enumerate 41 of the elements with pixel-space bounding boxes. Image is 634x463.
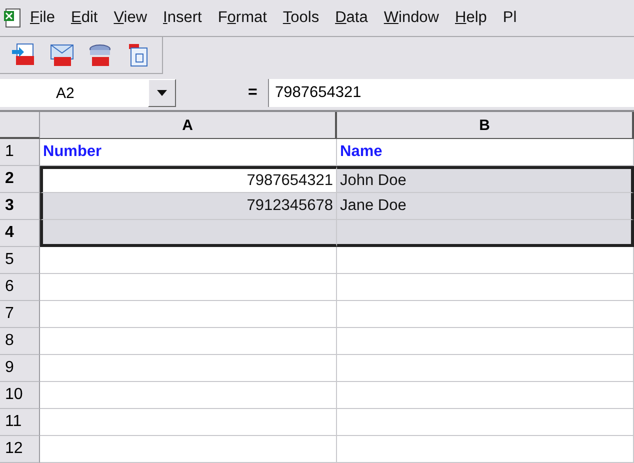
menu-item[interactable]: Window — [376, 8, 447, 27]
row-header[interactable]: 7 — [0, 301, 40, 328]
corner-cell[interactable] — [0, 112, 40, 139]
table-cell[interactable]: 7987654321 — [40, 166, 337, 193]
row-header[interactable]: 5 — [0, 247, 40, 274]
row-header[interactable]: 9 — [0, 355, 40, 382]
formula-input[interactable]: 7987654321 — [268, 79, 634, 108]
spreadsheet-app-icon[interactable] — [4, 8, 22, 28]
menu-item[interactable]: Insert — [155, 8, 210, 27]
row-header[interactable]: 10 — [0, 382, 40, 409]
row-header[interactable]: 4 — [0, 220, 40, 247]
menu-item[interactable]: Data — [327, 8, 376, 27]
table-cell[interactable]: 7912345678 — [40, 193, 337, 220]
name-box[interactable]: A2 — [0, 79, 148, 108]
equals-sign: = — [248, 84, 258, 102]
column-header[interactable]: B — [337, 112, 634, 140]
dropdown-button[interactable] — [148, 79, 176, 108]
row-header[interactable]: 12 — [0, 436, 40, 463]
menu-item[interactable]: View — [106, 8, 156, 27]
table-cell[interactable]: John Doe — [337, 166, 634, 193]
pdf-convert-icon — [87, 42, 113, 68]
row-header[interactable]: 2 — [0, 166, 40, 193]
menu-item[interactable]: Tools — [274, 8, 328, 27]
pdf-export-icon — [11, 42, 37, 68]
caret-icon — [157, 90, 167, 96]
row-header[interactable]: 11 — [0, 409, 40, 436]
row-header[interactable]: 1 — [0, 139, 40, 166]
column-header[interactable]: A — [40, 112, 337, 140]
menu-item[interactable]: File — [22, 8, 63, 27]
row-header[interactable]: 3 — [0, 193, 40, 220]
menu-item[interactable]: Help — [447, 8, 495, 27]
table-cell[interactable]: Number — [40, 139, 337, 166]
menu-item[interactable]: Edit — [62, 8, 106, 27]
row-header[interactable]: 6 — [0, 274, 40, 301]
menu-item[interactable]: Format — [210, 8, 275, 27]
table-cell[interactable] — [337, 220, 634, 247]
row-header[interactable]: 8 — [0, 328, 40, 355]
table-cell[interactable]: Jane Doe — [337, 193, 634, 220]
table-cell[interactable]: Name — [337, 139, 634, 166]
pdf-mail-icon — [49, 42, 75, 68]
menu-item[interactable]: Pl — [494, 8, 525, 27]
